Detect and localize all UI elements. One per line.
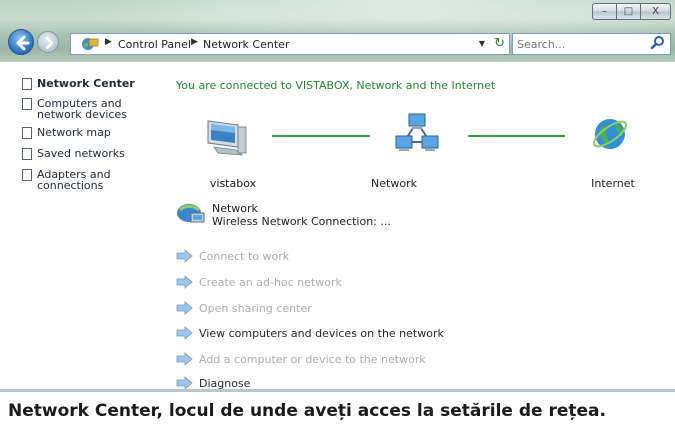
- breadcrumb-control-panel[interactable]: Control Panel: [118, 38, 191, 51]
- forward-arrow-icon: [45, 36, 54, 50]
- sidebar-item-label: Computers and network devices: [37, 97, 128, 121]
- refresh-icon[interactable]: ↻: [494, 36, 505, 51]
- task-arrow-icon: [176, 275, 193, 289]
- task-label: Diagnose: [199, 377, 251, 389]
- sidebar-item-label: Network Center: [37, 77, 135, 90]
- page-icon: [22, 127, 32, 139]
- close-button[interactable]: X: [640, 3, 671, 20]
- caption-text: Network Center, locul de unde aveți acce…: [8, 401, 606, 421]
- sidebar-item-label: Adapters and connections: [37, 168, 111, 192]
- page-icon: [22, 98, 32, 110]
- maximize-button[interactable]: □: [616, 3, 641, 20]
- node-label-internet: Internet: [591, 177, 635, 190]
- active-connection[interactable]: Network Wireless Network Connection: ...: [175, 201, 391, 229]
- sidebar-item-label: Saved networks: [37, 147, 125, 160]
- globe-icon[interactable]: [590, 114, 630, 154]
- search-box[interactable]: [512, 33, 671, 55]
- task-label: Connect to work: [199, 250, 290, 263]
- network-icon[interactable]: [394, 112, 440, 156]
- address-bar[interactable]: ▶ Control Panel ▶ Network Center ▼ ↻: [70, 33, 510, 55]
- breadcrumb-separator-icon: ▶: [191, 37, 198, 47]
- task-create-adhoc-network[interactable]: Create an ad-hoc network: [176, 275, 596, 291]
- connection-line-computer-network: [272, 135, 370, 137]
- title-bar: – □ X ▶ Control Panel ▶ Network Center ▼…: [0, 0, 675, 62]
- connection-detail: Wireless Network Connection: ...: [212, 215, 391, 228]
- task-view-computers-devices[interactable]: View computers and devices on the networ…: [176, 326, 596, 342]
- forward-button[interactable]: [37, 31, 59, 53]
- control-panel-icon: [82, 38, 99, 50]
- task-connect-to-work[interactable]: Connect to work: [176, 249, 596, 265]
- task-open-sharing-center[interactable]: Open sharing center: [176, 301, 596, 317]
- task-arrow-icon: [176, 301, 193, 315]
- task-arrow-icon: [176, 326, 193, 340]
- sidebar: Network Center Computers and network dev…: [0, 62, 168, 389]
- breadcrumb-network-center[interactable]: Network Center: [203, 38, 289, 51]
- computer-icon[interactable]: [204, 115, 250, 157]
- task-arrow-icon: [176, 376, 193, 389]
- task-diagnose[interactable]: Diagnose: [176, 376, 596, 389]
- back-arrow-icon: [16, 35, 30, 51]
- connection-line-network-internet: [468, 135, 565, 137]
- figure-caption: Network Center, locul de unde aveți acce…: [0, 389, 675, 432]
- task-label: Open sharing center: [199, 302, 312, 315]
- search-icon[interactable]: [650, 35, 666, 51]
- page-icon: [22, 148, 32, 160]
- connection-name: Network: [212, 202, 258, 215]
- task-label: Add a computer or device to the network: [199, 353, 426, 366]
- main-panel: You are connected to VISTABOX, Network a…: [168, 62, 675, 389]
- node-label-network: Network: [371, 177, 417, 190]
- connection-status-text: You are connected to VISTABOX, Network a…: [176, 79, 496, 92]
- search-input[interactable]: [517, 36, 647, 52]
- explorer-window: – □ X ▶ Control Panel ▶ Network Center ▼…: [0, 0, 675, 389]
- page-icon: [22, 78, 32, 90]
- task-arrow-icon: [176, 352, 193, 366]
- breadcrumb-separator-icon: ▶: [105, 37, 112, 47]
- content-area: Network Center Computers and network dev…: [0, 62, 675, 389]
- address-dropdown-icon[interactable]: ▼: [479, 39, 485, 48]
- sidebar-item-label: Network map: [37, 126, 111, 139]
- network-connection-icon: [177, 204, 205, 223]
- task-label: View computers and devices on the networ…: [199, 327, 444, 340]
- task-arrow-icon: [176, 249, 193, 263]
- task-label: Create an ad-hoc network: [199, 276, 342, 289]
- node-label-vistabox: vistabox: [209, 177, 257, 190]
- back-button[interactable]: [8, 29, 34, 55]
- minimize-button[interactable]: –: [592, 3, 617, 20]
- page-icon: [22, 169, 32, 181]
- task-add-computer-device[interactable]: Add a computer or device to the network: [176, 352, 596, 368]
